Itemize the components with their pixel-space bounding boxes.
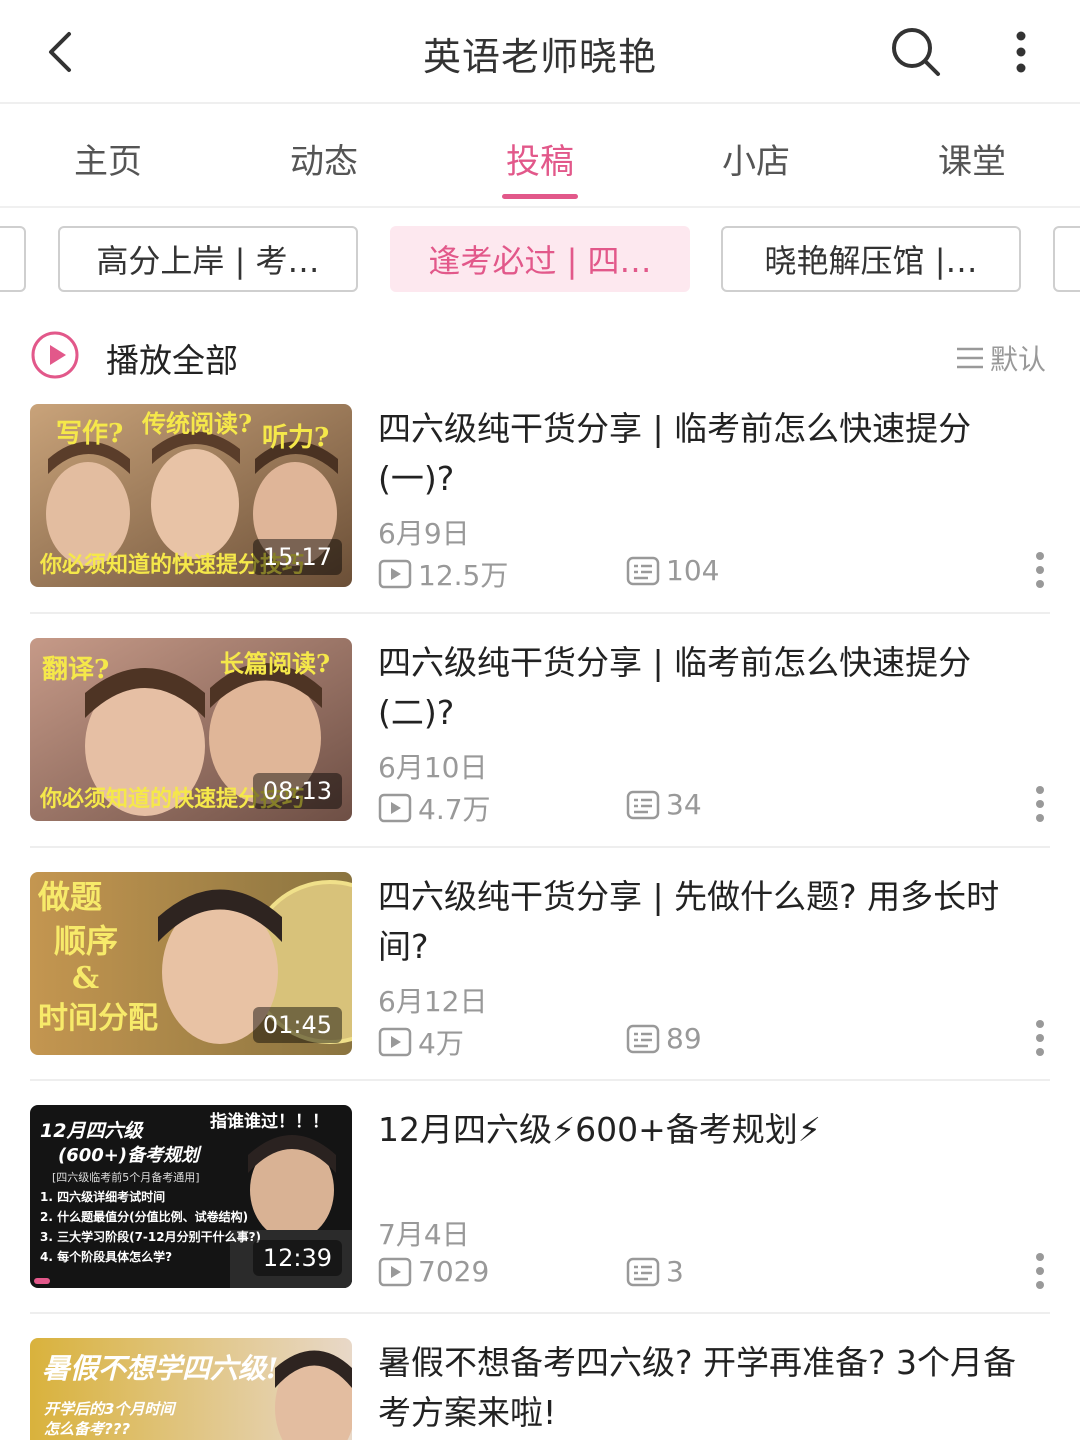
video-date: 6月10日: [378, 751, 488, 784]
play-count-icon: [378, 1257, 412, 1286]
divider: [30, 1312, 1050, 1314]
svg-text:[四六级临考前5个月备考通用]: [四六级临考前5个月备考通用]: [52, 1170, 200, 1184]
video-date: 6月9日: [378, 517, 470, 550]
danmaku-icon: [626, 1257, 660, 1286]
video-item[interactable]: 写作? 传统阅读? 听力? 你必须知道的快速提分技巧 15:17 四六级纯干货分…: [30, 404, 1080, 638]
danmaku-icon: [626, 790, 660, 819]
video-title[interactable]: 四六级纯干货分享 | 临考前怎么快速提分(一)?: [378, 404, 1038, 504]
collection-chip[interactable]: 高分上岸 | 考…: [58, 226, 358, 292]
tab-shop[interactable]: 小店: [648, 134, 864, 183]
view-count-value: 4.7万: [418, 793, 491, 826]
active-tab-indicator: [502, 194, 578, 199]
video-item[interactable]: 做题 顺序 & 时间分配 01:45 四六级纯干货分享 | 先做什么题? 用多长…: [30, 872, 1080, 1106]
watch-progress: [34, 1278, 50, 1284]
comment-count: 34: [626, 788, 702, 821]
view-count: 4万: [378, 1022, 464, 1062]
comment-count-value: 3: [666, 1255, 684, 1288]
video-thumbnail[interactable]: 暑假不想学四六级! 开学后的3个月时间 怎么备考???: [30, 1338, 352, 1440]
video-thumbnail[interactable]: 12月四六级 (600+)备考规划 指谁谁过！！！ [四六级临考前5个月备考通用…: [30, 1105, 352, 1288]
play-circle-icon[interactable]: [30, 330, 80, 380]
video-thumbnail[interactable]: 做题 顺序 & 时间分配 01:45: [30, 872, 352, 1055]
video-thumbnail[interactable]: 写作? 传统阅读? 听力? 你必须知道的快速提分技巧 15:17: [30, 404, 352, 587]
view-count: 4.7万: [378, 788, 491, 828]
svg-text:传统阅读?: 传统阅读?: [141, 409, 252, 438]
more-options-icon[interactable]: [1030, 1251, 1050, 1291]
video-title[interactable]: 暑假不想备考四六级? 开学再准备? 3个月备考方案来啦!: [378, 1338, 1038, 1438]
play-count-icon: [378, 559, 412, 589]
danmaku-icon: [626, 556, 660, 585]
danmaku-icon: [626, 1024, 660, 1053]
video-title[interactable]: 四六级纯干货分享 | 先做什么题? 用多长时间?: [378, 872, 1038, 972]
svg-text:4. 每个阶段具体怎么学?: 4. 每个阶段具体怎么学?: [40, 1249, 172, 1264]
view-count: 12.5万: [378, 554, 508, 594]
video-date: 7月4日: [378, 1218, 470, 1251]
video-item[interactable]: 翻译? 长篇阅读? 你必须知道的快速提分技巧 08:13 四六级纯干货分享 | …: [30, 638, 1080, 872]
more-button[interactable]: [996, 20, 1046, 84]
svg-text:指谁谁过！！！: 指谁谁过！！！: [210, 1111, 329, 1132]
video-duration: 12:39: [252, 1240, 342, 1276]
svg-text:听力?: 听力?: [262, 423, 329, 453]
more-options-icon[interactable]: [1030, 550, 1050, 590]
svg-text:(600+)备考规划: (600+)备考规划: [58, 1145, 202, 1166]
view-count: 7029: [378, 1255, 489, 1288]
profile-tabs: 主页 动态 投稿 小店 课堂: [0, 106, 1080, 208]
view-count-value: 4万: [418, 1027, 464, 1060]
play-all-row: 播放全部 默认: [30, 330, 1050, 382]
more-options-icon[interactable]: [1030, 784, 1050, 824]
view-count-value: 7029: [418, 1255, 490, 1288]
video-title[interactable]: 四六级纯干货分享 | 临考前怎么快速提分(二)?: [378, 638, 1038, 738]
svg-text:写作?: 写作?: [56, 419, 123, 449]
video-item[interactable]: 12月四六级 (600+)备考规划 指谁谁过！！！ [四六级临考前5个月备考通用…: [30, 1105, 1080, 1339]
collection-chip-active[interactable]: 逢考必过 | 四…: [390, 226, 690, 292]
comment-count: 3: [626, 1255, 684, 1288]
video-date: 6月12日: [378, 985, 488, 1018]
tab-dynamics[interactable]: 动态: [216, 134, 432, 183]
svg-text:翻译?: 翻译?: [42, 655, 109, 685]
search-icon: [892, 28, 940, 76]
play-all-button[interactable]: 播放全部: [106, 334, 238, 382]
play-count-icon: [378, 1027, 412, 1057]
divider: [30, 612, 1050, 614]
tab-classroom[interactable]: 课堂: [864, 134, 1080, 183]
divider: [30, 846, 1050, 848]
svg-text:时间分配: 时间分配: [38, 1001, 158, 1036]
video-duration: 15:17: [252, 539, 342, 575]
sort-label: 默认: [989, 343, 1046, 376]
video-item[interactable]: 暑假不想学四六级! 开学后的3个月时间 怎么备考??? 暑假不想备考四六级? 开…: [30, 1338, 1080, 1440]
svg-text:&: &: [72, 961, 99, 996]
video-duration: 01:45: [252, 1007, 342, 1043]
svg-text:1. 四六级详细考试时间: 1. 四六级详细考试时间: [40, 1189, 165, 1204]
svg-text:做题: 做题: [37, 878, 102, 916]
divider: [30, 1079, 1050, 1081]
list-sort-icon: [956, 347, 983, 369]
comment-count: 104: [626, 554, 719, 587]
svg-text:顺序: 顺序: [54, 922, 118, 960]
tab-submissions[interactable]: 投稿: [432, 134, 648, 183]
play-count-icon: [378, 793, 412, 823]
video-thumbnail[interactable]: 翻译? 长篇阅读? 你必须知道的快速提分技巧 08:13: [30, 638, 352, 821]
comment-count-value: 34: [666, 788, 702, 821]
svg-text:怎么备考???: 怎么备考???: [44, 1420, 130, 1438]
video-duration: 08:13: [252, 773, 342, 809]
svg-text:12月四六级: 12月四六级: [40, 1120, 144, 1142]
collection-chip-partial[interactable]: [1053, 226, 1080, 292]
comment-count: 89: [626, 1022, 702, 1055]
collection-chip-partial[interactable]: [0, 226, 26, 292]
tab-home[interactable]: 主页: [0, 134, 216, 183]
svg-text:2. 什么题最值分(分值比例、试卷结构): 2. 什么题最值分(分值比例、试卷结构): [40, 1209, 248, 1224]
svg-text:长篇阅读?: 长篇阅读?: [220, 649, 330, 678]
svg-text:开学后的3个月时间: 开学后的3个月时间: [44, 1400, 177, 1418]
comment-count-value: 104: [666, 554, 720, 587]
search-button[interactable]: [884, 20, 948, 84]
sort-button[interactable]: 默认: [956, 338, 1046, 378]
video-title[interactable]: 12月四六级⚡600+备考规划⚡: [378, 1105, 1038, 1155]
svg-text:暑假不想学四六级!: 暑假不想学四六级!: [42, 1352, 278, 1385]
more-vertical-icon: [1016, 31, 1026, 73]
comment-count-value: 89: [666, 1022, 702, 1055]
top-bar: 英语老师晓艳: [0, 0, 1080, 104]
more-options-icon[interactable]: [1030, 1018, 1050, 1058]
collection-chip[interactable]: 晓艳解压馆 |…: [721, 226, 1021, 292]
svg-text:3. 三大学习阶段(7-12月分别干什么事?): 3. 三大学习阶段(7-12月分别干什么事?): [40, 1229, 261, 1244]
view-count-value: 12.5万: [418, 559, 509, 592]
